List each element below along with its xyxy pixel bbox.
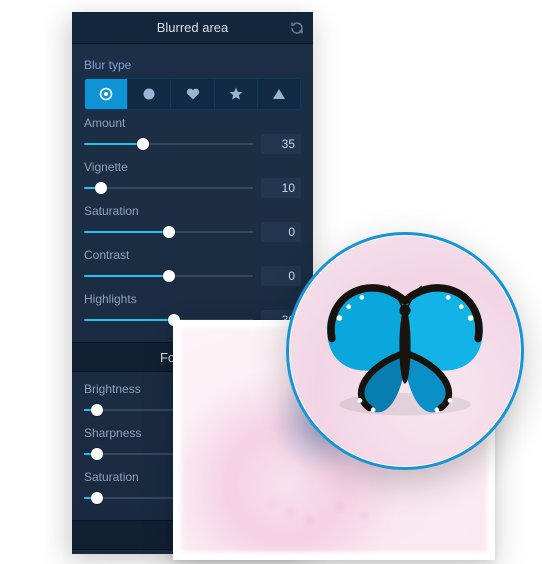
- blur-type-label: Blur type: [84, 58, 301, 72]
- preview-focus-lens: [286, 232, 524, 470]
- contrast-label: Contrast: [84, 248, 301, 262]
- contrast-slider[interactable]: [84, 269, 253, 283]
- vignette-slider[interactable]: [84, 181, 253, 195]
- highlights-label: Highlights: [84, 292, 301, 306]
- saturation-value[interactable]: 0: [261, 222, 301, 242]
- blur-type-group: [84, 78, 301, 110]
- vignette-label: Vignette: [84, 160, 301, 174]
- reset-icon[interactable]: [289, 20, 305, 36]
- star-icon: [228, 86, 244, 102]
- vignette-value[interactable]: 10: [261, 178, 301, 198]
- amount-slider[interactable]: [84, 137, 253, 151]
- blurred-area-section: Blur type Amount 35: [72, 44, 313, 342]
- blur-type-circle[interactable]: [128, 79, 171, 109]
- contrast-row: Contrast 0: [84, 248, 301, 286]
- circle-icon: [142, 87, 156, 101]
- blur-type-heart[interactable]: [171, 79, 214, 109]
- saturation-slider[interactable]: [84, 225, 253, 239]
- blur-type-star[interactable]: [215, 79, 258, 109]
- blur-type-triangle[interactable]: [258, 79, 300, 109]
- contrast-value[interactable]: 0: [261, 266, 301, 286]
- target-icon: [98, 86, 114, 102]
- heart-icon: [185, 86, 201, 102]
- vignette-row: Vignette 10: [84, 160, 301, 198]
- saturation-label: Saturation: [84, 204, 301, 218]
- butterfly-image: [310, 273, 500, 423]
- amount-label: Amount: [84, 116, 301, 130]
- panel-title: Blurred area: [157, 20, 229, 35]
- triangle-icon: [272, 87, 286, 101]
- blur-type-radial[interactable]: [85, 79, 128, 109]
- amount-row: Amount 35: [84, 116, 301, 154]
- panel-header: Blurred area: [72, 12, 313, 44]
- saturation-row: Saturation 0: [84, 204, 301, 242]
- amount-value[interactable]: 35: [261, 134, 301, 154]
